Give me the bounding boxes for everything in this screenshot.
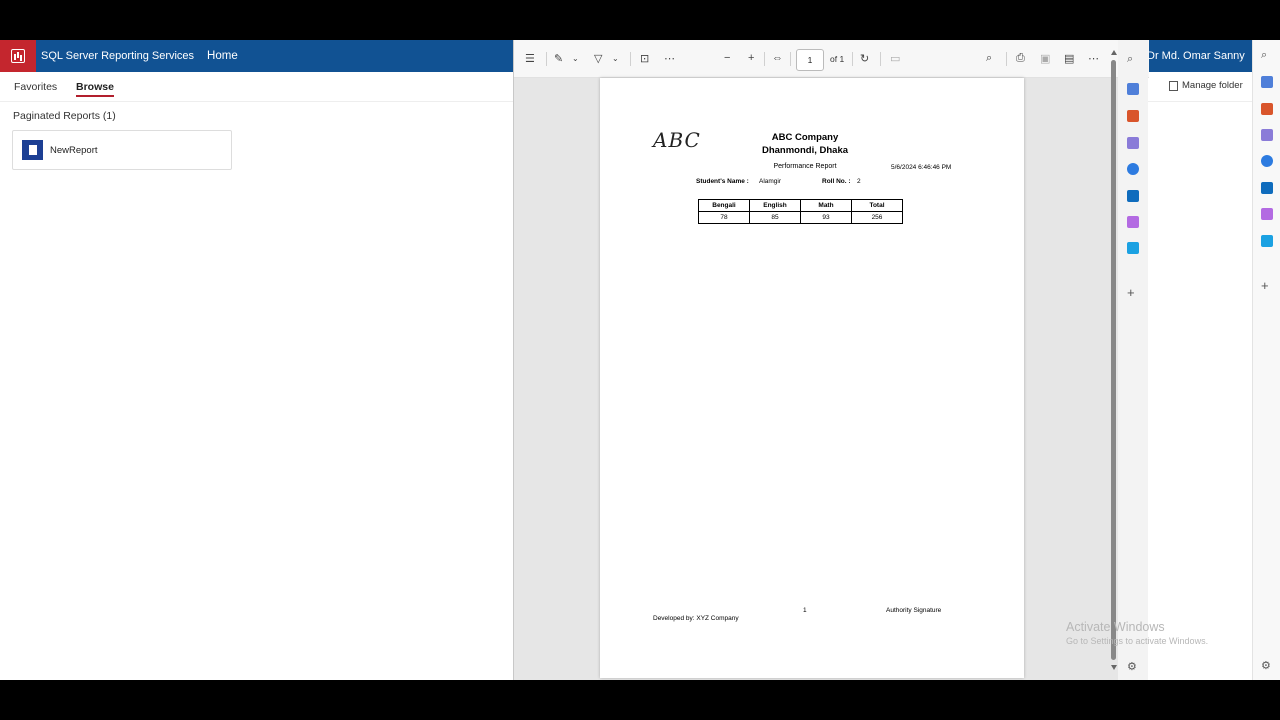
footer-signature: Authority Signature	[886, 607, 942, 614]
screen: SQL Server Reporting Services Home Dr Md…	[0, 40, 1280, 680]
more-options-icon[interactable]: ⋯	[1088, 52, 1099, 65]
scroll-down-icon[interactable]	[1111, 665, 1117, 670]
add-icon[interactable]: +	[1127, 285, 1135, 300]
ssrs-logo-icon[interactable]	[0, 40, 36, 72]
draw-icon[interactable]: ✎	[554, 52, 563, 65]
briefcase-icon[interactable]	[1127, 110, 1139, 122]
shopping-tag-icon[interactable]	[1127, 83, 1139, 95]
search-icon[interactable]: ⌕	[1127, 53, 1133, 66]
toolbar-divider	[546, 52, 547, 66]
rotate-icon[interactable]: ↻	[860, 52, 869, 65]
shopping-tag-icon[interactable]	[1261, 76, 1273, 88]
chevron-down-icon[interactable]: ⌄	[612, 54, 619, 63]
add-icon[interactable]: +	[1261, 278, 1269, 293]
page-number-input[interactable]: 1	[796, 49, 824, 71]
report-name[interactable]: NewReport	[50, 145, 98, 156]
scroll-thumb[interactable]	[1111, 60, 1116, 660]
report-tile[interactable]: NewReport	[12, 130, 232, 170]
zoom-out-icon[interactable]: −	[724, 52, 730, 64]
briefcase-icon[interactable]	[1261, 103, 1273, 115]
section-title: Paginated Reports (1)	[13, 110, 116, 122]
edge-sidebar: ⌕ + ⚙	[1118, 40, 1148, 680]
designer-icon[interactable]	[1127, 216, 1139, 228]
scroll-up-icon[interactable]	[1111, 50, 1117, 55]
search-icon[interactable]: ⌕	[986, 52, 992, 65]
save-icon[interactable]: ▣	[1040, 52, 1050, 65]
table-cell: 85	[749, 211, 801, 224]
print-icon[interactable]: ⎙	[1016, 52, 1025, 65]
footer-page-number: 1	[803, 607, 807, 614]
gear-icon[interactable]: ⚙	[1127, 660, 1137, 673]
fit-page-icon[interactable]: ⇔	[772, 52, 783, 64]
report-icon	[22, 140, 43, 160]
toolbar-divider	[764, 52, 765, 66]
activate-windows-subtitle: Go to Settings to activate Windows.	[1066, 636, 1209, 646]
tab-favorites[interactable]: Favorites	[14, 81, 57, 93]
pdf-viewer: ☰ ✎ ⌄ ▽ ⌄ ⊡ ⋯ − + ⇔ 1 of 1 ↻ ▭ ⌕ ⎙ ▣ ▤ ⋯	[513, 40, 1149, 680]
roll-label: Roll No. :	[822, 178, 851, 185]
footer-developer: Developed by: XYZ Company	[653, 615, 739, 622]
company-name: ABC Company	[771, 132, 839, 143]
roll-value: 2	[857, 178, 861, 185]
gear-icon[interactable]: ⚙	[1261, 659, 1271, 672]
drop-icon[interactable]	[1127, 242, 1139, 254]
toolbar-divider	[880, 52, 881, 66]
manage-folder-button[interactable]: Manage folder	[1169, 80, 1243, 91]
app-title[interactable]: SQL Server Reporting Services	[41, 50, 194, 62]
table-header-cell: English	[749, 199, 801, 212]
activate-windows-title: Activate Windows	[1066, 620, 1165, 634]
copilot-icon[interactable]	[1261, 155, 1273, 167]
manage-folder-label: Manage folder	[1182, 80, 1243, 91]
table-cell: 78	[698, 211, 750, 224]
pdf-toolbar: ☰ ✎ ⌄ ▽ ⌄ ⊡ ⋯ − + ⇔ 1 of 1 ↻ ▭ ⌕ ⎙ ▣ ▤ ⋯	[514, 40, 1149, 78]
designer-icon[interactable]	[1261, 208, 1273, 220]
toolbar-divider	[852, 52, 853, 66]
highlight-icon[interactable]: ▽	[594, 52, 602, 65]
company-address: Dhanmondi, Dhaka	[761, 145, 849, 156]
table-row: 78 85 93 256	[698, 211, 903, 224]
outlook-icon[interactable]	[1127, 190, 1139, 202]
marks-table: Bengali English Math Total 78 85 93 256	[698, 199, 903, 224]
drop-icon[interactable]	[1261, 235, 1273, 247]
pdf-page: ABC ABC Company Dhanmondi, Dhaka Perform…	[600, 78, 1024, 678]
table-header-cell: Bengali	[698, 199, 750, 212]
table-cell: 256	[851, 211, 903, 224]
table-header-cell: Total	[851, 199, 903, 212]
text-icon[interactable]: ⊡	[640, 52, 649, 65]
folder-icon	[1169, 80, 1178, 91]
contents-icon[interactable]: ☰	[525, 52, 535, 65]
browser-right-rail: ⌕ + ⚙	[1252, 40, 1280, 680]
more-icon[interactable]: ⋯	[664, 52, 675, 65]
report-date: 5/6/2024 6:46:46 PM	[891, 164, 952, 171]
table-header-row: Bengali English Math Total	[698, 199, 903, 212]
two-page-icon[interactable]: ▭	[890, 52, 900, 65]
table-header-cell: Math	[800, 199, 852, 212]
toolbar-divider	[1006, 52, 1007, 66]
outlook-icon[interactable]	[1261, 182, 1273, 194]
student-name-value: Alamgir	[759, 178, 782, 185]
toolbar-divider	[790, 52, 791, 66]
copilot-icon[interactable]	[1127, 163, 1139, 175]
search-icon[interactable]: ⌕	[1261, 49, 1267, 62]
games-icon[interactable]	[1261, 129, 1273, 141]
pdf-scrollbar[interactable]	[1111, 50, 1117, 670]
page-total: of 1	[830, 54, 845, 64]
student-name-label: Student's Name :	[696, 178, 749, 185]
home-link[interactable]: Home	[207, 50, 238, 62]
table-cell: 93	[800, 211, 852, 224]
games-icon[interactable]	[1127, 137, 1139, 149]
toolbar-divider	[630, 52, 631, 66]
chevron-down-icon[interactable]: ⌄	[572, 54, 579, 63]
user-name[interactable]: Dr Md. Omar Sanny	[1147, 40, 1250, 72]
save-as-icon[interactable]: ▤	[1064, 52, 1074, 65]
zoom-in-icon[interactable]: +	[748, 52, 754, 64]
tab-browse[interactable]: Browse	[76, 81, 114, 97]
